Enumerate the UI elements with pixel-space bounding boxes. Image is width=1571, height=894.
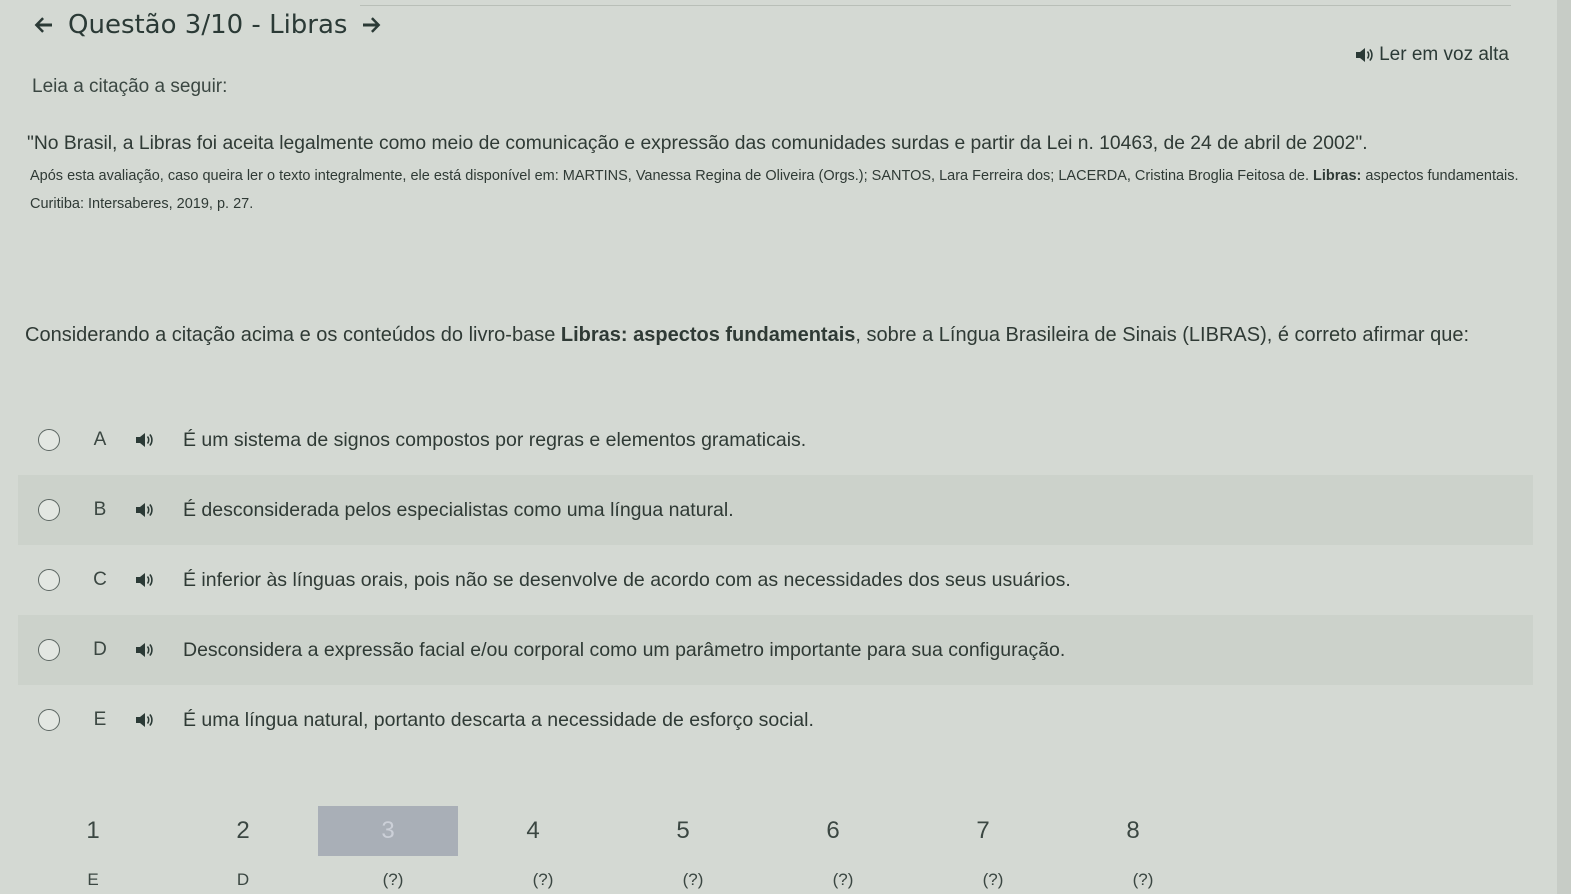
next-question-arrow-icon[interactable] bbox=[359, 12, 385, 38]
scrollbar[interactable] bbox=[1557, 0, 1571, 894]
top-divider bbox=[360, 5, 1511, 6]
answer-status: (?) bbox=[382, 870, 404, 889]
answer-status: (?) bbox=[1132, 870, 1154, 889]
answer-status: D bbox=[236, 870, 250, 889]
radio-button[interactable] bbox=[38, 569, 60, 591]
page-6[interactable]: 6 bbox=[758, 806, 908, 856]
question-book: Libras: aspectos fundamentais bbox=[560, 324, 856, 346]
read-aloud-button[interactable]: Ler em voz alta bbox=[1355, 44, 1509, 66]
option-text: É um sistema de signos compostos por reg… bbox=[183, 428, 807, 451]
question-text: Considerando a citação acima e os conteú… bbox=[25, 318, 1535, 352]
page-1[interactable]: 1 bbox=[18, 806, 168, 856]
option-text: É uma língua natural, portanto descarta … bbox=[183, 708, 814, 731]
option-text: É desconsiderada pelos especialistas com… bbox=[183, 498, 734, 521]
answer-status: E bbox=[87, 870, 99, 889]
source-prefix: Após esta avaliação, caso queira ler o t… bbox=[30, 168, 1314, 184]
option-e[interactable]: E É uma língua natural, portanto descart… bbox=[18, 685, 1533, 755]
answer-status: (?) bbox=[982, 870, 1004, 889]
option-d[interactable]: D Desconsidera a expressão facial e/ou c… bbox=[18, 615, 1533, 685]
answer-status: (?) bbox=[832, 870, 854, 889]
radio-button[interactable] bbox=[38, 639, 60, 661]
speaker-icon bbox=[1355, 47, 1373, 63]
speaker-icon[interactable] bbox=[135, 572, 165, 588]
question-pager: 1 2 3 4 5 6 7 8 bbox=[18, 806, 1208, 856]
source-book: Libras: bbox=[1313, 168, 1362, 184]
question-prefix: Considerando a citação acima e os conteú… bbox=[25, 324, 561, 346]
answer-options: A É um sistema de signos compostos por r… bbox=[18, 405, 1533, 755]
answer-status: (?) bbox=[682, 870, 704, 889]
radio-button[interactable] bbox=[38, 499, 60, 521]
option-letter: D bbox=[93, 639, 107, 660]
page-8[interactable]: 8 bbox=[1058, 806, 1208, 856]
read-aloud-label: Ler em voz alta bbox=[1379, 44, 1509, 65]
option-text: É inferior às línguas orais, pois não se… bbox=[183, 568, 1071, 591]
quote-text: "No Brasil, a Libras foi aceita legalmen… bbox=[27, 133, 1368, 154]
option-c[interactable]: C É inferior às línguas orais, pois não … bbox=[18, 545, 1533, 615]
speaker-icon[interactable] bbox=[135, 502, 165, 518]
radio-button[interactable] bbox=[38, 429, 60, 451]
intro-text: Leia a citação a seguir: bbox=[32, 76, 228, 97]
speaker-icon[interactable] bbox=[135, 432, 165, 448]
answer-status: (?) bbox=[532, 870, 554, 889]
option-b[interactable]: B É desconsiderada pelos especialistas c… bbox=[18, 475, 1533, 545]
answer-status-row: E D (?) (?) (?) (?) (?) (?) bbox=[18, 866, 1218, 894]
question-header: Questão 3/10 - Libras bbox=[30, 8, 385, 42]
previous-question-arrow-icon[interactable] bbox=[30, 12, 56, 38]
page-5[interactable]: 5 bbox=[608, 806, 758, 856]
page-7[interactable]: 7 bbox=[908, 806, 1058, 856]
speaker-icon[interactable] bbox=[135, 642, 165, 658]
question-suffix: , sobre a Língua Brasileira de Sinais (L… bbox=[855, 324, 1470, 346]
page-4[interactable]: 4 bbox=[458, 806, 608, 856]
page-2[interactable]: 2 bbox=[168, 806, 318, 856]
radio-button[interactable] bbox=[38, 709, 60, 731]
option-a[interactable]: A É um sistema de signos compostos por r… bbox=[18, 405, 1533, 475]
source-citation: Após esta avaliação, caso queira ler o t… bbox=[30, 162, 1530, 218]
option-text: Desconsidera a expressão facial e/ou cor… bbox=[183, 638, 1066, 661]
option-letter: A bbox=[93, 429, 107, 450]
option-letter: B bbox=[93, 499, 107, 520]
speaker-icon[interactable] bbox=[135, 712, 165, 728]
option-letter: E bbox=[93, 709, 107, 730]
page-3-current[interactable]: 3 bbox=[318, 806, 458, 856]
question-title: Questão 3/10 - Libras bbox=[68, 10, 348, 40]
option-letter: C bbox=[93, 569, 107, 590]
